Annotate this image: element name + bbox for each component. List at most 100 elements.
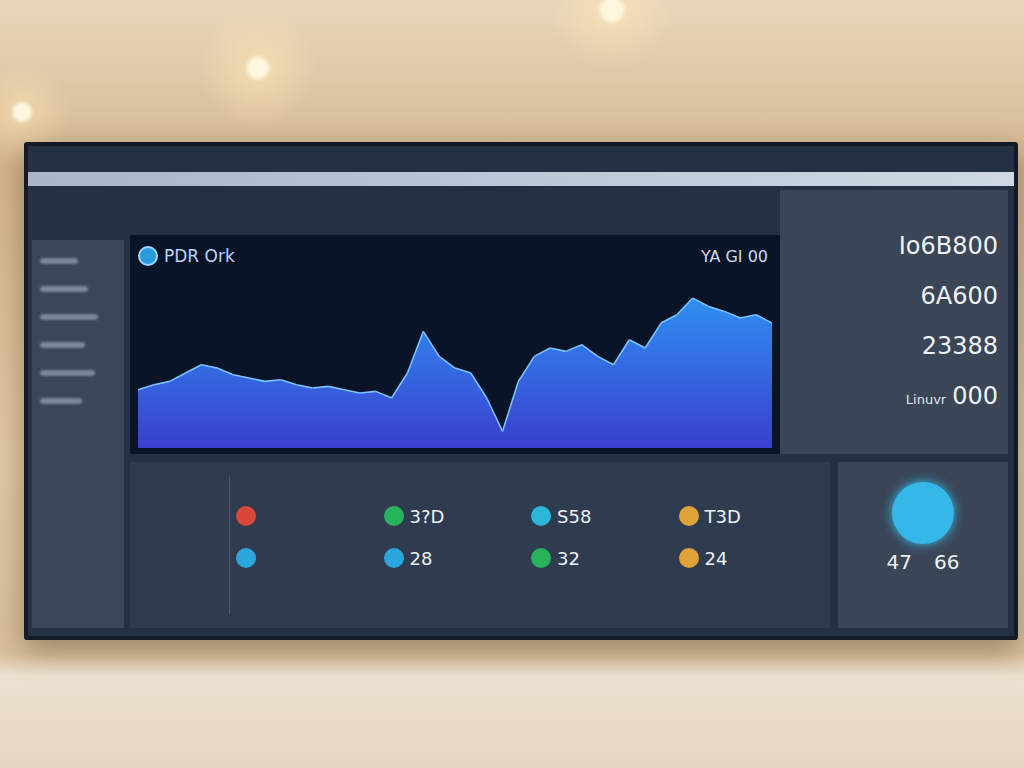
series-segment — [534, 348, 550, 356]
status-dot — [679, 506, 699, 526]
chart-value: YA GI 00 — [701, 247, 772, 266]
sidebar — [32, 240, 124, 628]
stat-value: 6A600 — [921, 282, 999, 310]
dashboard-body: PDR Ork YA GI 00 Io6B800 6A600 23388 Linuvr 00… — [28, 190, 1014, 636]
series-segment — [392, 373, 408, 398]
metric-item[interactable]: 32 — [531, 546, 673, 570]
top-bar — [28, 146, 1014, 190]
series-segment — [265, 380, 281, 382]
series-segment — [186, 365, 202, 373]
metric-column: T3D 24 — [679, 476, 821, 614]
series-segment — [566, 345, 582, 352]
logo-icon — [138, 246, 158, 266]
series-segment — [645, 323, 661, 348]
status-dot — [679, 548, 699, 568]
area-chart — [138, 271, 772, 448]
series-area — [138, 298, 772, 448]
series-segment — [170, 373, 186, 381]
metric-value: T3D — [705, 506, 741, 527]
metrics-label-column — [140, 476, 230, 614]
series-segment — [376, 391, 392, 398]
metric-column: S58 32 — [531, 476, 673, 614]
gauge-value: 47 — [887, 550, 912, 574]
series-segment — [614, 340, 630, 365]
sidebar-item[interactable] — [40, 314, 98, 320]
series-segment — [550, 348, 566, 351]
series-segment — [407, 331, 423, 373]
series-segment — [756, 315, 772, 323]
stat-item: Io6B800 — [899, 232, 998, 260]
metric-item[interactable]: T3D — [679, 504, 821, 528]
metric-item[interactable]: 28 — [384, 546, 526, 570]
series-segment — [740, 315, 756, 318]
status-dot — [236, 506, 256, 526]
series-segment — [328, 386, 344, 389]
metrics-panel: 3?D 28 S58 32 T3D 24 — [130, 462, 830, 628]
metric-item[interactable]: S58 — [531, 504, 673, 528]
top-row: PDR Ork YA GI 00 Io6B800 6A600 23388 Linuvr 00… — [130, 190, 1008, 454]
metric-value: S58 — [557, 506, 591, 527]
logo: PDR Ork — [138, 246, 235, 266]
metric-column: 3?D 28 — [384, 476, 526, 614]
series-segment — [677, 298, 693, 315]
chart-header: PDR Ork YA GI 00 — [138, 241, 772, 271]
sidebar-item[interactable] — [40, 370, 95, 376]
series-segment — [249, 378, 265, 381]
series-segment — [518, 356, 534, 381]
sidebar-item[interactable] — [40, 286, 88, 292]
metric-value: 24 — [705, 548, 728, 569]
metric-item[interactable]: 24 — [679, 546, 821, 570]
stat-item: 6A600 — [921, 282, 999, 310]
metric-value: 32 — [557, 548, 580, 569]
status-dot — [531, 506, 551, 526]
stats-panel: Io6B800 6A600 23388 Linuvr 000 — [780, 190, 1008, 454]
gauge-values: 47 66 — [887, 550, 960, 574]
status-dot — [384, 548, 404, 568]
stat-item: 23388 — [922, 332, 998, 360]
header-strip — [28, 172, 1014, 186]
series-segment — [629, 340, 645, 348]
series-segment — [471, 373, 487, 398]
stat-value: 23388 — [922, 332, 998, 360]
series-segment — [344, 390, 360, 393]
series-segment — [217, 368, 233, 375]
series-segment — [487, 398, 503, 431]
stat-item: Linuvr 000 — [906, 382, 998, 410]
series-segment — [693, 298, 709, 306]
sidebar-item[interactable] — [40, 398, 82, 404]
status-dot — [236, 548, 256, 568]
metric-item[interactable]: 3?D — [384, 504, 526, 528]
series-segment — [709, 306, 725, 311]
series-segment — [661, 315, 677, 323]
wall-screen: PDR Ork YA GI 00 Io6B800 6A600 23388 Linuvr 00… — [24, 142, 1018, 640]
gauge-value: 66 — [934, 550, 959, 574]
series-segment — [138, 385, 154, 390]
series-segment — [281, 380, 297, 385]
series-segment — [297, 385, 313, 388]
gauge-panel: 47 66 — [838, 462, 1008, 628]
metric-item[interactable] — [236, 504, 378, 528]
chart-panel: PDR Ork YA GI 00 — [130, 235, 780, 454]
stat-label: Linuvr — [906, 392, 946, 407]
metric-value: 28 — [410, 548, 433, 569]
metric-column — [236, 476, 378, 614]
sidebar-item[interactable] — [40, 342, 85, 348]
series-segment — [423, 331, 439, 356]
series-segment — [439, 356, 455, 368]
series-segment — [724, 311, 740, 318]
bottom-row: 3?D 28 S58 32 T3D 24 47 66 — [130, 462, 1008, 628]
series-segment — [154, 381, 170, 384]
gauge-circle — [892, 482, 954, 544]
series-segment — [312, 386, 328, 388]
series-segment — [455, 368, 471, 373]
content: PDR Ork YA GI 00 Io6B800 6A600 23388 Linuvr 00… — [130, 190, 1008, 628]
metric-value: 3?D — [410, 506, 445, 527]
logo-text: PDR Ork — [164, 246, 235, 266]
series-segment — [598, 356, 614, 364]
sidebar-item[interactable] — [40, 258, 78, 264]
series-segment — [360, 391, 376, 393]
series-segment — [582, 345, 598, 357]
stat-value: 000 — [952, 382, 998, 410]
metric-item[interactable] — [236, 546, 378, 570]
stat-value: Io6B800 — [899, 232, 998, 260]
